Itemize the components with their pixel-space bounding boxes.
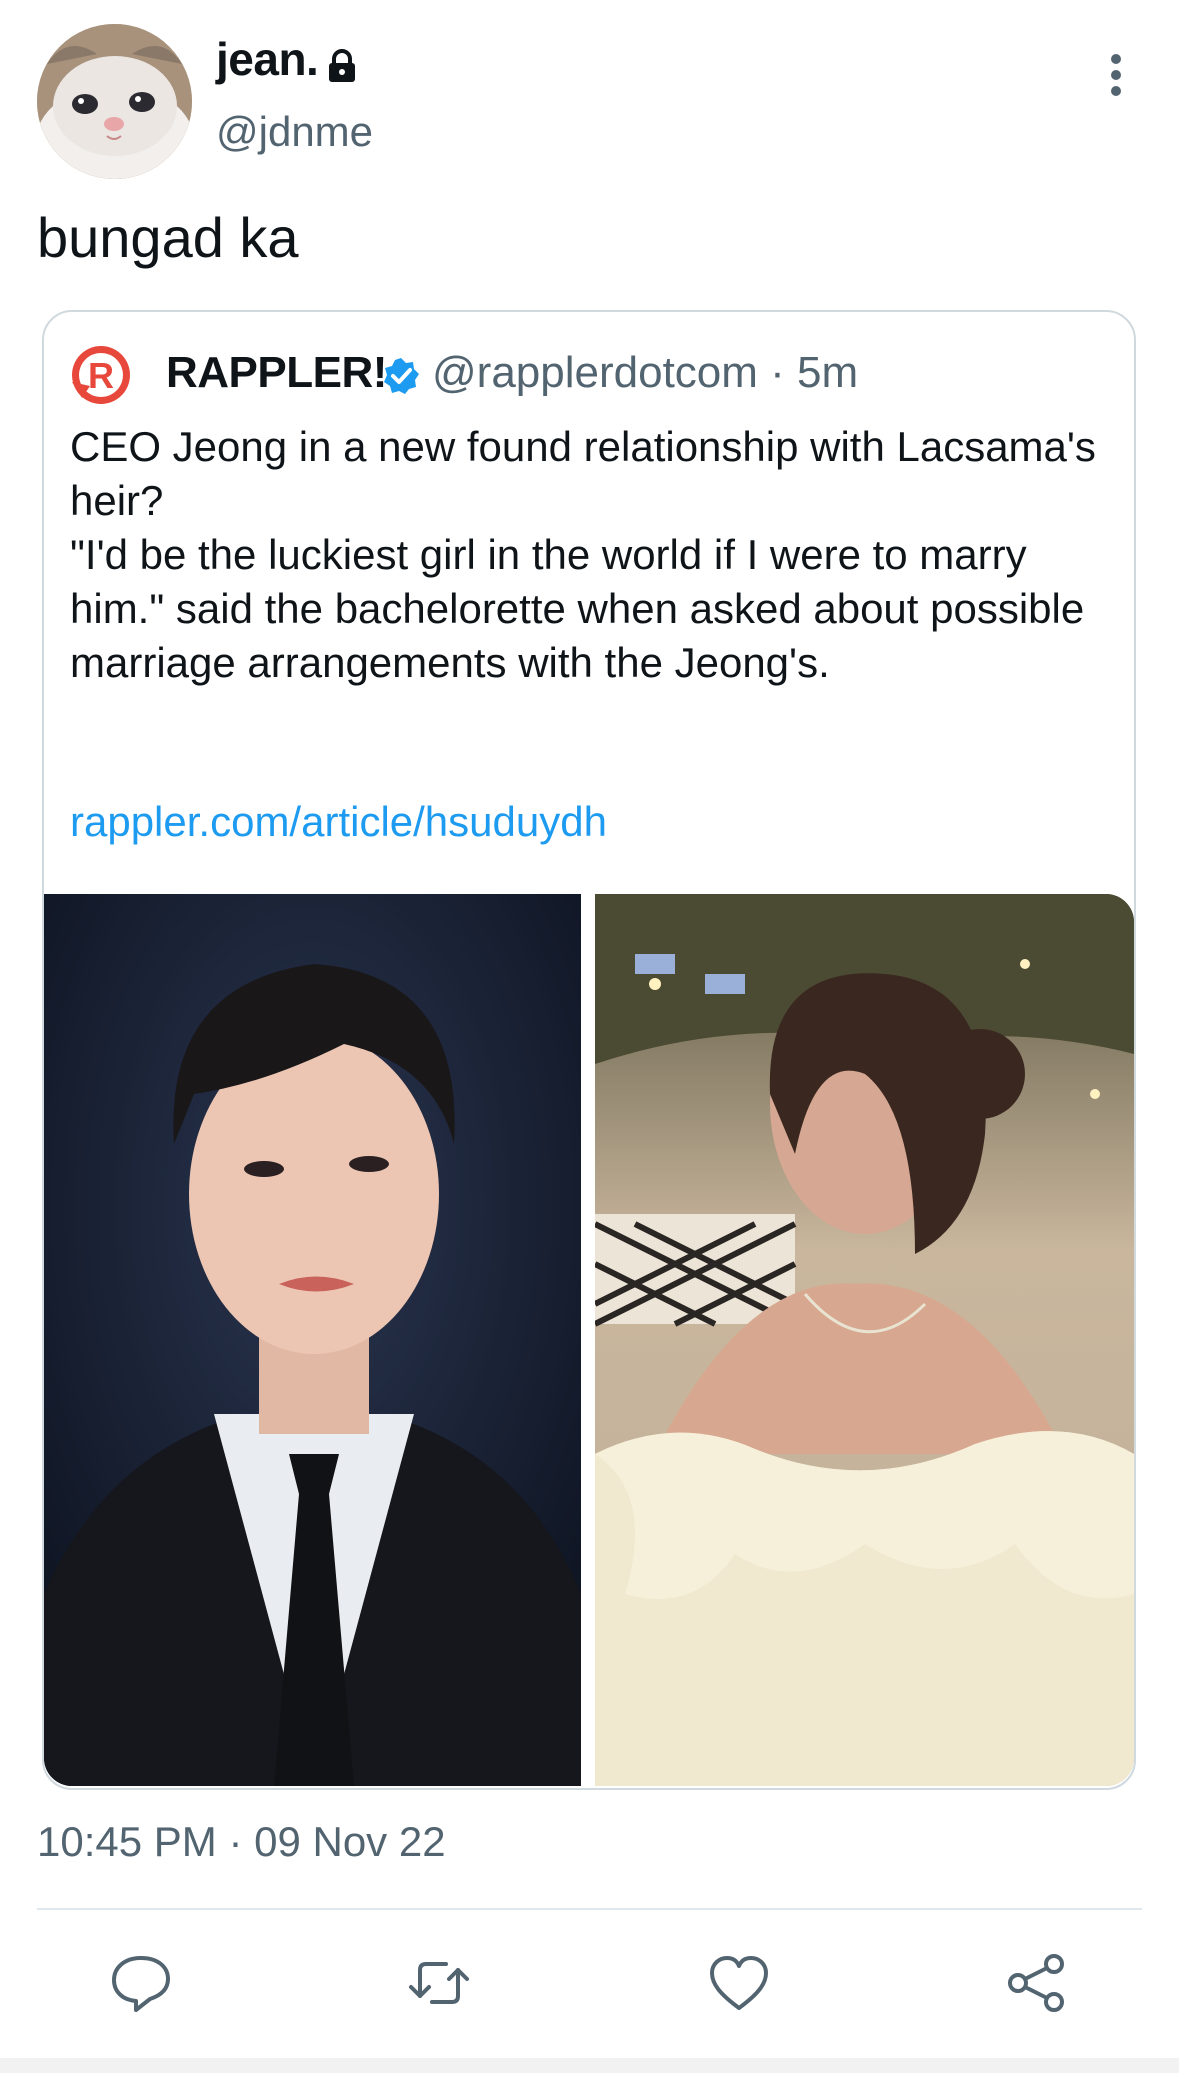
quoted-body-line: "I'd be the luckiest girl in the world i… [70,531,1085,686]
more-vertical-icon[interactable] [1098,50,1134,100]
display-name[interactable]: jean. [216,32,319,86]
lock-icon [324,48,360,84]
heart-icon[interactable] [706,1950,772,2016]
retweet-icon[interactable] [406,1950,472,2016]
tweet-header: jean. @jdnme [0,0,1179,190]
verified-badge-icon [381,356,421,396]
share-icon[interactable] [1004,1950,1070,2016]
svg-text:R: R [88,355,114,396]
quoted-tweet-body: CEO Jeong in a new found relationship wi… [70,420,1110,690]
action-bar [0,1940,1179,2040]
bottom-strip [0,2058,1179,2073]
reply-icon[interactable] [108,1950,174,2016]
user-handle[interactable]: @jdnme [216,108,373,156]
article-link[interactable]: rappler.com/article/hsuduydh [70,798,607,846]
quoted-tweet-card[interactable]: R RAPPLER! @rapplerdotcom · 5m CEO Jeong… [42,310,1136,1790]
cat-avatar-icon [37,24,192,179]
media-image-left[interactable] [44,894,581,1786]
photo-woman-in-dress-icon [595,894,1134,1786]
tweet-text: bungad ka [37,206,299,269]
quoted-body-line: CEO Jeong in a new found relationship wi… [70,423,1096,524]
divider [37,1908,1142,1910]
media-image-right[interactable] [595,894,1134,1786]
quoted-display-name[interactable]: RAPPLER! [166,348,387,398]
quoted-handle-time[interactable]: @rapplerdotcom · 5m [432,348,858,398]
tweet-timestamp[interactable]: 10:45 PM · 09 Nov 22 [37,1818,446,1866]
photo-man-in-suit-icon [44,894,581,1786]
rappler-logo-icon: R [68,342,134,408]
avatar[interactable] [37,24,192,179]
